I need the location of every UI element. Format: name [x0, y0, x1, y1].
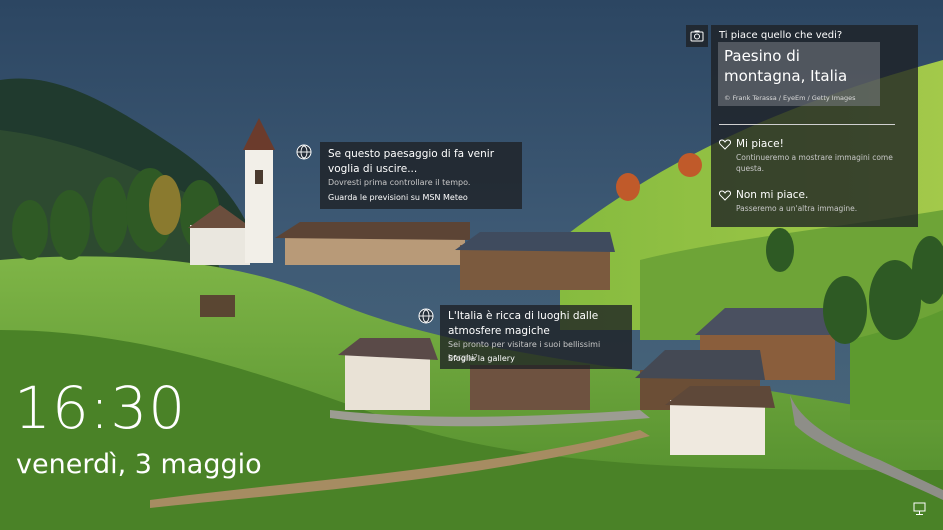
spotlight-title-box: Paesino di montagna, Italia © Frank Tera… [718, 42, 880, 106]
network-icon[interactable] [913, 501, 929, 515]
lockscreen-date: venerdì, 3 maggio [16, 449, 262, 480]
lockscreen-clock: 16:30 [14, 374, 187, 442]
globe-icon-glyph [296, 144, 312, 160]
network-icon-glyph [913, 502, 926, 515]
hotspot-card-gallery[interactable]: L'Italia è ricca di luoghi dalle atmosfe… [440, 305, 632, 369]
like-description: Continueremo a mostrare immagini come qu… [736, 153, 893, 173]
spotlight-divider [719, 124, 895, 125]
gallery-link[interactable]: Sfoglia la gallery [448, 352, 515, 365]
globe-icon[interactable] [418, 308, 434, 324]
hotspot-title: Se questo paesaggio di fa venir voglia d… [328, 148, 495, 175]
like-option[interactable]: Mi piace! Continueremo a mostrare immagi… [717, 137, 907, 173]
heart-icon [719, 190, 731, 201]
weather-link[interactable]: Guarda le previsioni su MSN Meteo [328, 191, 468, 204]
dislike-description: Passeremo a un'altra immagine. [736, 204, 858, 213]
spotlight-title: Paesino di montagna, Italia [724, 47, 848, 85]
dislike-label: Non mi piace. [736, 189, 809, 201]
like-label: Mi piace! [736, 138, 784, 150]
heart-icon [719, 139, 731, 150]
spotlight-panel: Ti piace quello che vedi? Paesino di mon… [711, 25, 918, 227]
camera-icon [690, 30, 704, 42]
hotspot-card-weather[interactable]: Se questo paesaggio di fa venir voglia d… [320, 142, 522, 209]
spotlight-header: Ti piace quello che vedi? [719, 30, 843, 41]
spotlight-credit: © Frank Terassa / EyeEm / Getty Images [724, 94, 856, 102]
hotspot-subtitle: Dovresti prima controllare il tempo. [328, 178, 471, 187]
globe-icon-glyph [418, 308, 434, 324]
hotspot-title: L'Italia è ricca di luoghi dalle atmosfe… [448, 310, 599, 337]
dislike-option[interactable]: Non mi piace. Passeremo a un'altra immag… [717, 188, 907, 218]
spotlight-camera-button[interactable] [686, 25, 708, 47]
globe-icon[interactable] [296, 144, 312, 160]
